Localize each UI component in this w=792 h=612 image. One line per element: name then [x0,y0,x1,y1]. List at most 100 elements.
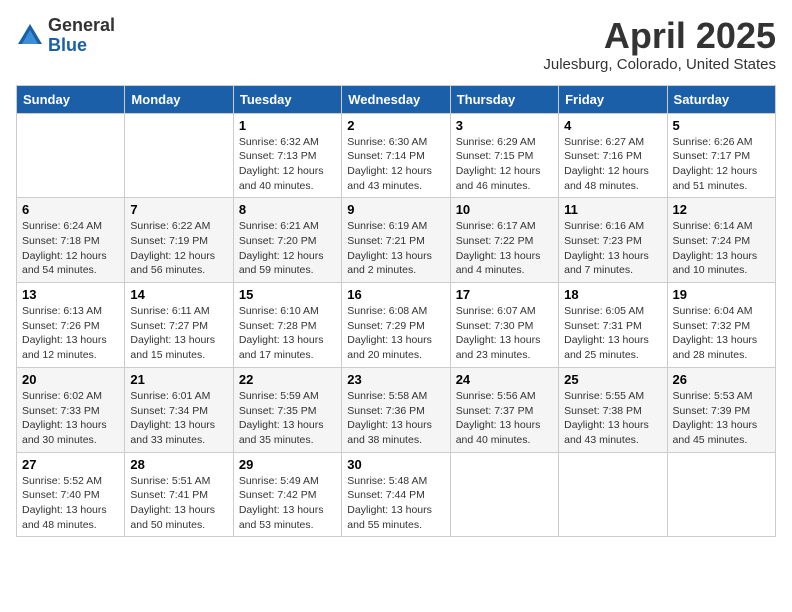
header-monday: Monday [125,85,233,113]
header-row: Sunday Monday Tuesday Wednesday Thursday… [17,85,776,113]
logo-blue: Blue [48,36,115,56]
header-tuesday: Tuesday [233,85,341,113]
calendar-cell [125,113,233,198]
calendar-week-1: 6 Sunrise: 6:24 AMSunset: 7:18 PMDayligh… [17,198,776,283]
day-number: 17 [456,287,553,302]
day-number: 12 [673,202,770,217]
logo: General Blue [16,16,115,56]
day-detail: Sunrise: 6:13 AMSunset: 7:26 PMDaylight:… [22,304,119,363]
calendar-cell: 19 Sunrise: 6:04 AMSunset: 7:32 PMDaylig… [667,283,775,368]
calendar-cell: 5 Sunrise: 6:26 AMSunset: 7:17 PMDayligh… [667,113,775,198]
calendar-body: 1 Sunrise: 6:32 AMSunset: 7:13 PMDayligh… [17,113,776,537]
logo-icon [16,22,44,50]
calendar-cell: 10 Sunrise: 6:17 AMSunset: 7:22 PMDaylig… [450,198,558,283]
day-detail: Sunrise: 6:04 AMSunset: 7:32 PMDaylight:… [673,304,770,363]
day-number: 15 [239,287,336,302]
day-number: 9 [347,202,444,217]
calendar-table: Sunday Monday Tuesday Wednesday Thursday… [16,85,776,538]
day-detail: Sunrise: 6:16 AMSunset: 7:23 PMDaylight:… [564,219,661,278]
calendar-week-0: 1 Sunrise: 6:32 AMSunset: 7:13 PMDayligh… [17,113,776,198]
calendar-cell: 15 Sunrise: 6:10 AMSunset: 7:28 PMDaylig… [233,283,341,368]
calendar-cell: 18 Sunrise: 6:05 AMSunset: 7:31 PMDaylig… [559,283,667,368]
calendar-cell: 22 Sunrise: 5:59 AMSunset: 7:35 PMDaylig… [233,367,341,452]
calendar-header: Sunday Monday Tuesday Wednesday Thursday… [17,85,776,113]
calendar-cell: 26 Sunrise: 5:53 AMSunset: 7:39 PMDaylig… [667,367,775,452]
day-detail: Sunrise: 6:22 AMSunset: 7:19 PMDaylight:… [130,219,227,278]
calendar-cell: 14 Sunrise: 6:11 AMSunset: 7:27 PMDaylig… [125,283,233,368]
day-number: 3 [456,118,553,133]
day-number: 10 [456,202,553,217]
day-number: 11 [564,202,661,217]
calendar-cell: 24 Sunrise: 5:56 AMSunset: 7:37 PMDaylig… [450,367,558,452]
day-detail: Sunrise: 5:56 AMSunset: 7:37 PMDaylight:… [456,389,553,448]
calendar-cell: 21 Sunrise: 6:01 AMSunset: 7:34 PMDaylig… [125,367,233,452]
day-number: 25 [564,372,661,387]
calendar-cell: 9 Sunrise: 6:19 AMSunset: 7:21 PMDayligh… [342,198,450,283]
day-number: 21 [130,372,227,387]
calendar-cell: 29 Sunrise: 5:49 AMSunset: 7:42 PMDaylig… [233,452,341,537]
day-number: 20 [22,372,119,387]
day-number: 26 [673,372,770,387]
day-detail: Sunrise: 6:11 AMSunset: 7:27 PMDaylight:… [130,304,227,363]
calendar-week-2: 13 Sunrise: 6:13 AMSunset: 7:26 PMDaylig… [17,283,776,368]
calendar-cell: 6 Sunrise: 6:24 AMSunset: 7:18 PMDayligh… [17,198,125,283]
day-detail: Sunrise: 6:14 AMSunset: 7:24 PMDaylight:… [673,219,770,278]
day-detail: Sunrise: 5:48 AMSunset: 7:44 PMDaylight:… [347,474,444,533]
calendar-cell: 3 Sunrise: 6:29 AMSunset: 7:15 PMDayligh… [450,113,558,198]
day-number: 4 [564,118,661,133]
day-number: 14 [130,287,227,302]
header-friday: Friday [559,85,667,113]
calendar-cell: 4 Sunrise: 6:27 AMSunset: 7:16 PMDayligh… [559,113,667,198]
calendar-cell: 2 Sunrise: 6:30 AMSunset: 7:14 PMDayligh… [342,113,450,198]
day-detail: Sunrise: 5:52 AMSunset: 7:40 PMDaylight:… [22,474,119,533]
day-number: 29 [239,457,336,472]
day-detail: Sunrise: 6:08 AMSunset: 7:29 PMDaylight:… [347,304,444,363]
calendar-cell [17,113,125,198]
day-number: 7 [130,202,227,217]
header-sunday: Sunday [17,85,125,113]
calendar-cell [667,452,775,537]
day-detail: Sunrise: 5:55 AMSunset: 7:38 PMDaylight:… [564,389,661,448]
day-detail: Sunrise: 6:07 AMSunset: 7:30 PMDaylight:… [456,304,553,363]
day-detail: Sunrise: 6:17 AMSunset: 7:22 PMDaylight:… [456,219,553,278]
day-detail: Sunrise: 5:53 AMSunset: 7:39 PMDaylight:… [673,389,770,448]
calendar-cell: 11 Sunrise: 6:16 AMSunset: 7:23 PMDaylig… [559,198,667,283]
calendar-cell: 17 Sunrise: 6:07 AMSunset: 7:30 PMDaylig… [450,283,558,368]
day-detail: Sunrise: 5:49 AMSunset: 7:42 PMDaylight:… [239,474,336,533]
location-title: Julesburg, Colorado, United States [543,56,776,73]
day-detail: Sunrise: 6:30 AMSunset: 7:14 PMDaylight:… [347,135,444,194]
day-number: 27 [22,457,119,472]
calendar-cell [450,452,558,537]
day-number: 18 [564,287,661,302]
day-detail: Sunrise: 5:58 AMSunset: 7:36 PMDaylight:… [347,389,444,448]
calendar-cell [559,452,667,537]
day-detail: Sunrise: 6:24 AMSunset: 7:18 PMDaylight:… [22,219,119,278]
calendar-cell: 7 Sunrise: 6:22 AMSunset: 7:19 PMDayligh… [125,198,233,283]
day-detail: Sunrise: 6:29 AMSunset: 7:15 PMDaylight:… [456,135,553,194]
day-detail: Sunrise: 6:05 AMSunset: 7:31 PMDaylight:… [564,304,661,363]
calendar-cell: 20 Sunrise: 6:02 AMSunset: 7:33 PMDaylig… [17,367,125,452]
calendar-cell: 28 Sunrise: 5:51 AMSunset: 7:41 PMDaylig… [125,452,233,537]
day-detail: Sunrise: 6:32 AMSunset: 7:13 PMDaylight:… [239,135,336,194]
calendar-cell: 23 Sunrise: 5:58 AMSunset: 7:36 PMDaylig… [342,367,450,452]
day-detail: Sunrise: 6:21 AMSunset: 7:20 PMDaylight:… [239,219,336,278]
day-number: 30 [347,457,444,472]
calendar-cell: 27 Sunrise: 5:52 AMSunset: 7:40 PMDaylig… [17,452,125,537]
day-number: 8 [239,202,336,217]
calendar-cell: 16 Sunrise: 6:08 AMSunset: 7:29 PMDaylig… [342,283,450,368]
day-number: 23 [347,372,444,387]
calendar-cell: 13 Sunrise: 6:13 AMSunset: 7:26 PMDaylig… [17,283,125,368]
logo-general: General [48,16,115,36]
calendar-cell: 8 Sunrise: 6:21 AMSunset: 7:20 PMDayligh… [233,198,341,283]
day-number: 5 [673,118,770,133]
day-detail: Sunrise: 5:59 AMSunset: 7:35 PMDaylight:… [239,389,336,448]
day-detail: Sunrise: 6:19 AMSunset: 7:21 PMDaylight:… [347,219,444,278]
day-number: 16 [347,287,444,302]
day-number: 1 [239,118,336,133]
title-block: April 2025 Julesburg, Colorado, United S… [543,16,776,73]
day-detail: Sunrise: 6:01 AMSunset: 7:34 PMDaylight:… [130,389,227,448]
calendar-cell: 25 Sunrise: 5:55 AMSunset: 7:38 PMDaylig… [559,367,667,452]
logo-text: General Blue [48,16,115,56]
day-detail: Sunrise: 6:26 AMSunset: 7:17 PMDaylight:… [673,135,770,194]
header-saturday: Saturday [667,85,775,113]
